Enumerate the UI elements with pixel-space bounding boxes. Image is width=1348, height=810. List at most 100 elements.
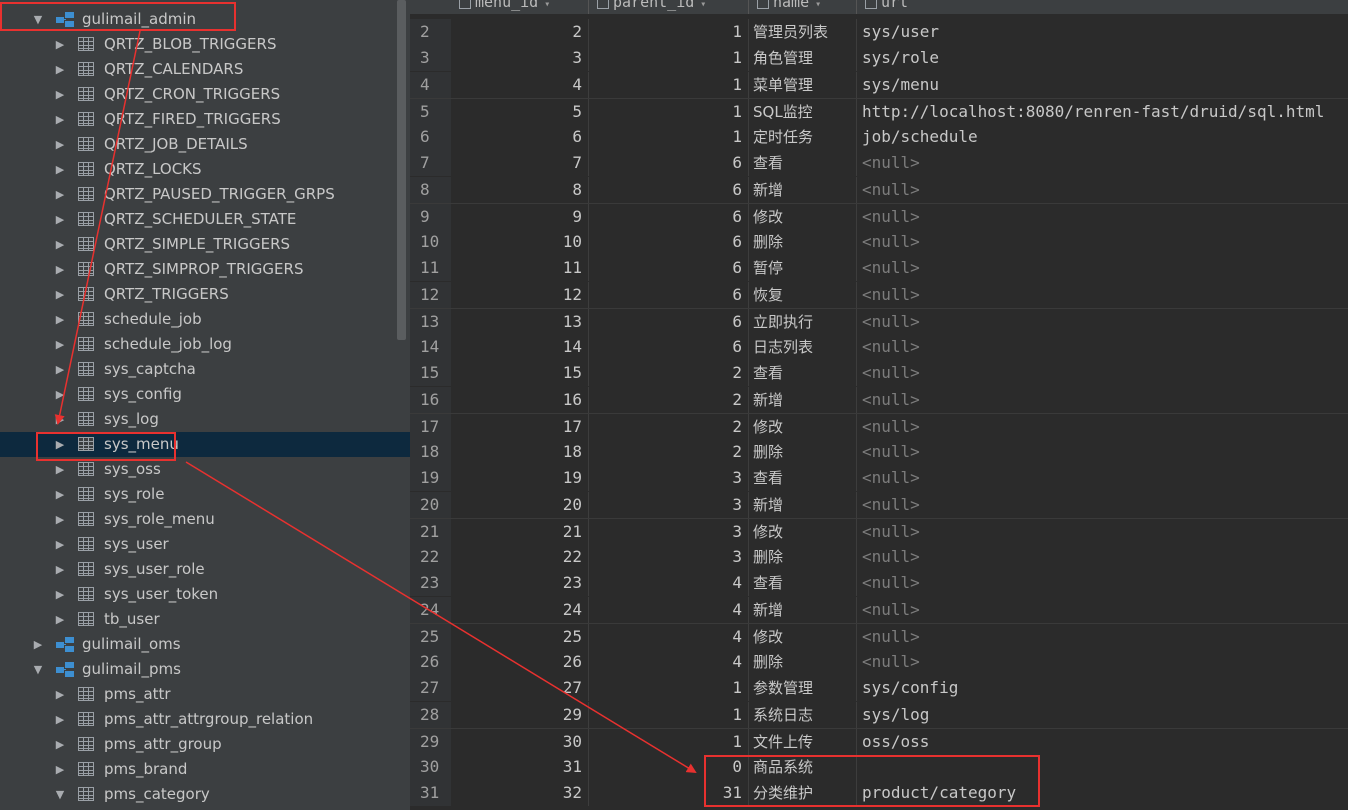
expand-arrow-icon[interactable]: ▶ — [54, 132, 66, 157]
table-row[interactable]: 10 10 6 删除 <null> — [410, 229, 1348, 255]
cell-name[interactable]: 新增 — [749, 386, 857, 413]
column-header-menu-id[interactable]: menu_id ▾ — [451, 0, 589, 14]
table-row[interactable]: 17 17 2 修改 <null> — [410, 412, 1348, 440]
tree-item[interactable]: ▶ QRTZ_SIMPROP_TRIGGERS — [0, 257, 410, 282]
cell-parent-id[interactable]: 6 — [589, 229, 749, 255]
table-row[interactable]: 3 3 1 角色管理 sys/role — [410, 45, 1348, 72]
cell-name[interactable]: 查看 — [749, 360, 857, 387]
cell-menu-id[interactable]: 21 — [451, 518, 589, 545]
cell-name[interactable]: 删除 — [749, 439, 857, 465]
expand-arrow-icon[interactable]: ▶ — [54, 357, 66, 382]
expand-arrow-icon[interactable]: ▶ — [54, 332, 66, 357]
cell-url[interactable]: <null> — [857, 414, 1348, 440]
expand-arrow-icon[interactable]: ▶ — [54, 757, 66, 782]
tree-scrollbar[interactable] — [397, 0, 406, 340]
cell-menu-id[interactable]: 17 — [451, 413, 589, 440]
expand-arrow-icon[interactable]: ▶ — [54, 207, 66, 232]
cell-parent-id[interactable]: 3 — [589, 518, 749, 545]
cell-parent-id[interactable]: 6 — [589, 281, 749, 308]
tree-item[interactable]: ▶ QRTZ_PAUSED_TRIGGER_GRPS — [0, 182, 410, 207]
table-row[interactable]: 21 21 3 修改 <null> — [410, 517, 1348, 545]
table-row[interactable]: 4 4 1 菜单管理 sys/menu — [410, 71, 1348, 98]
expand-arrow-icon[interactable]: ▶ — [54, 232, 66, 257]
tree-item[interactable]: ▶ sys_captcha — [0, 357, 410, 382]
table-row[interactable]: 2 2 1 管理员列表 sys/user — [410, 19, 1348, 45]
cell-menu-id[interactable]: 32 — [451, 780, 589, 807]
cell-url[interactable] — [857, 754, 1348, 780]
cell-url[interactable]: <null> — [857, 570, 1348, 596]
table-row[interactable]: 25 25 4 修改 <null> — [410, 622, 1348, 650]
cell-menu-id[interactable]: 13 — [451, 308, 589, 335]
table-row[interactable]: 8 8 6 新增 <null> — [410, 176, 1348, 203]
cell-url[interactable]: <null> — [857, 334, 1348, 360]
column-header-url[interactable]: url — [857, 0, 1348, 14]
cell-menu-id[interactable]: 16 — [451, 386, 589, 413]
expand-arrow-icon[interactable]: ▶ — [54, 507, 66, 532]
cell-menu-id[interactable]: 2 — [451, 19, 589, 45]
cell-parent-id[interactable]: 4 — [589, 623, 749, 650]
tree-item[interactable]: ▶ pms_attr_group — [0, 732, 410, 757]
cell-menu-id[interactable]: 7 — [451, 150, 589, 177]
table-row[interactable]: 27 27 1 参数管理 sys/config — [410, 675, 1348, 702]
cell-parent-id[interactable]: 0 — [589, 754, 749, 780]
cell-parent-id[interactable]: 6 — [589, 176, 749, 203]
cell-menu-id[interactable]: 18 — [451, 439, 589, 465]
cell-parent-id[interactable]: 2 — [589, 439, 749, 465]
cell-parent-id[interactable]: 1 — [589, 45, 749, 72]
cell-name[interactable]: 日志列表 — [749, 334, 857, 360]
cell-url[interactable]: sys/role — [857, 45, 1348, 71]
table-row[interactable]: 20 20 3 新增 <null> — [410, 491, 1348, 518]
tree-item[interactable]: ▶ sys_log — [0, 407, 410, 432]
tree-item[interactable]: ▶ sys_user_token — [0, 582, 410, 607]
cell-url[interactable]: <null> — [857, 229, 1348, 255]
cell-name[interactable]: 定时任务 — [749, 124, 857, 150]
expand-arrow-icon[interactable]: ▶ — [54, 482, 66, 507]
cell-name[interactable]: 查看 — [749, 150, 857, 177]
cell-parent-id[interactable]: 1 — [589, 701, 749, 728]
cell-menu-id[interactable]: 29 — [451, 701, 589, 728]
cell-menu-id[interactable]: 11 — [451, 255, 589, 282]
table-row[interactable]: 19 19 3 查看 <null> — [410, 465, 1348, 492]
cell-url[interactable]: product/category — [857, 780, 1348, 806]
tree-item[interactable]: ▶ sys_config — [0, 382, 410, 407]
cell-url[interactable]: <null> — [857, 519, 1348, 545]
cell-url[interactable]: <null> — [857, 309, 1348, 335]
tree-item[interactable]: ▶ pms_attr — [0, 682, 410, 707]
expand-arrow-icon[interactable]: ▶ — [54, 282, 66, 307]
cell-url[interactable]: job/schedule — [857, 124, 1348, 150]
tree-item[interactable]: ▶ sys_user — [0, 532, 410, 557]
table-row[interactable]: 24 24 4 新增 <null> — [410, 596, 1348, 623]
cell-parent-id[interactable]: 1 — [589, 124, 749, 150]
cell-parent-id[interactable]: 2 — [589, 386, 749, 413]
cell-name[interactable]: 角色管理 — [749, 45, 857, 72]
column-header-name[interactable]: name ▾ — [749, 0, 857, 14]
tree-item[interactable]: ▶ schedule_job_log — [0, 332, 410, 357]
cell-url[interactable]: <null> — [857, 544, 1348, 570]
tree-item[interactable]: ▶ sys_user_role — [0, 557, 410, 582]
expand-arrow-icon[interactable]: ▶ — [54, 557, 66, 582]
cell-menu-id[interactable]: 14 — [451, 334, 589, 360]
cell-name[interactable]: 修改 — [749, 518, 857, 545]
expand-arrow-icon[interactable]: ▶ — [54, 257, 66, 282]
cell-url[interactable]: sys/menu — [857, 72, 1348, 98]
table-row[interactable]: 31 32 31 分类维护 product/category — [410, 780, 1348, 807]
cell-parent-id[interactable]: 1 — [589, 19, 749, 45]
tree-item[interactable]: ▶ sys_oss — [0, 457, 410, 482]
cell-parent-id[interactable]: 6 — [589, 203, 749, 230]
tree-item[interactable]: ▶ pms_attr_attrgroup_relation — [0, 707, 410, 732]
table-row[interactable]: 29 30 1 文件上传 oss/oss — [410, 727, 1348, 755]
tree-item[interactable]: ▶ sys_role — [0, 482, 410, 507]
cell-url[interactable]: <null> — [857, 387, 1348, 413]
cell-url[interactable]: sys/config — [857, 675, 1348, 701]
expand-arrow-icon[interactable]: ▶ — [54, 382, 66, 407]
cell-name[interactable]: 管理员列表 — [749, 19, 857, 45]
expand-arrow-icon[interactable]: ▶ — [54, 532, 66, 557]
cell-url[interactable]: http://localhost:8080/renren-fast/druid/… — [857, 99, 1348, 125]
cell-menu-id[interactable]: 8 — [451, 176, 589, 203]
cell-parent-id[interactable]: 2 — [589, 360, 749, 387]
table-row[interactable]: 9 9 6 修改 <null> — [410, 202, 1348, 230]
tree-item[interactable]: ▶ QRTZ_LOCKS — [0, 157, 410, 182]
cell-name[interactable]: 分类维护 — [749, 780, 857, 807]
expand-arrow-icon[interactable]: ▶ — [54, 307, 66, 332]
cell-name[interactable]: 新增 — [749, 491, 857, 518]
